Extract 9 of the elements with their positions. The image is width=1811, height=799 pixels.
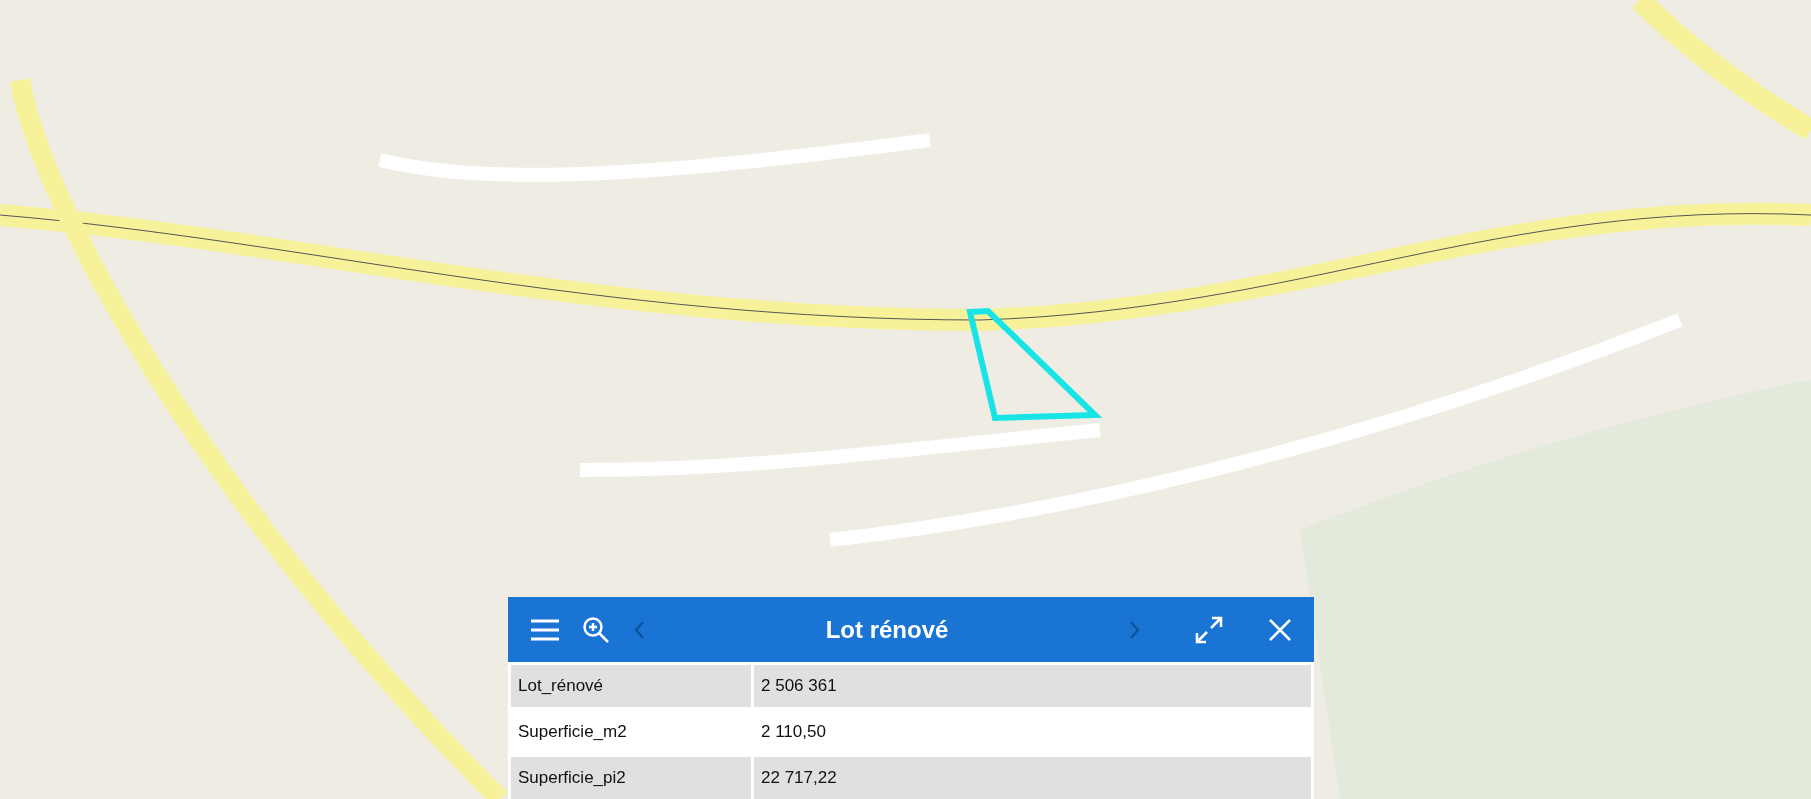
zoom-in-icon xyxy=(582,615,610,644)
field-value-cell: 22 717,22 xyxy=(754,757,1311,799)
menu-icon xyxy=(530,617,560,642)
field-name-cell: Superficie_pi2 xyxy=(511,757,751,799)
field-value-cell: 2 506 361 xyxy=(754,665,1311,707)
close-icon xyxy=(1268,617,1292,642)
popup-title: Lot rénové xyxy=(824,615,950,644)
field-name-cell: Lot_rénové xyxy=(511,665,751,707)
expand-icon xyxy=(1194,614,1224,645)
